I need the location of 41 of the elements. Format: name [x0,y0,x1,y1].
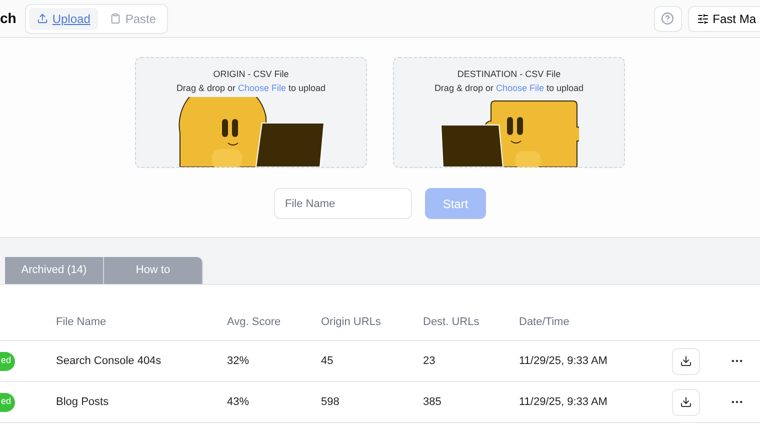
drop-zone[interactable]: DESTINATION - CSV File Drag & drop or Choose File to upload [393,57,625,168]
sliders-icon [696,12,709,24]
mode-tab[interactable]: Paste [102,8,164,30]
table-cell-text: 11/29/25, 9:33 AM [519,394,608,410]
choose-file-link[interactable]: Choose File [238,82,286,92]
download-button[interactable] [672,388,700,416]
mode-tab[interactable]: Upload [29,8,98,30]
table-cell-text: Blog Posts [56,394,110,410]
table-cell-text: 11/29/25, 9:33 AM [519,354,608,369]
column-header: File Name [56,314,108,330]
table-cell-text: 598 [321,394,340,410]
drop-zone-title: DESTINATION - CSV File [457,68,561,81]
table-cell-text: 45 [321,354,334,369]
download-button[interactable] [672,348,700,374]
download-icon [680,355,692,367]
table-cell-text: 23 [423,354,436,369]
drop-zone[interactable]: ORIGIN - CSV File Drag & drop or Choose File to upload [135,57,367,168]
drop-zone-prompt: Drag & drop or Choose File to upload [434,82,584,95]
drop-zone-prompt: Drag & drop or Choose File to upload [176,82,326,95]
help-icon [661,12,674,25]
page-title: ch [0,9,16,28]
tab[interactable]: Archived (14) [5,257,104,284]
column-header: Avg. Score [227,314,282,330]
status-badge: ed [0,352,16,370]
clipboard-icon [110,13,122,24]
column-header: Date/Time [519,314,570,330]
column-header: Dest. URLs [423,314,480,330]
status-badge: ed [0,392,16,412]
file-name-field[interactable]: File Name [274,188,412,219]
upload-icon [37,13,48,24]
choose-file-link[interactable]: Choose File [496,82,544,92]
table-cell-text: 385 [423,394,442,410]
column-header: Origin URLs [321,314,382,330]
help-button[interactable] [654,6,682,32]
table-cell-text: 32% [227,354,250,369]
table-cell-text: 43% [227,394,250,410]
drop-zone-title: ORIGIN - CSV File [213,68,289,81]
mode-menu-button[interactable]: Fast Ma [688,6,760,32]
download-icon [680,396,692,408]
tab[interactable]: How to [104,257,203,284]
table-cell-text: Search Console 404s [56,354,162,369]
